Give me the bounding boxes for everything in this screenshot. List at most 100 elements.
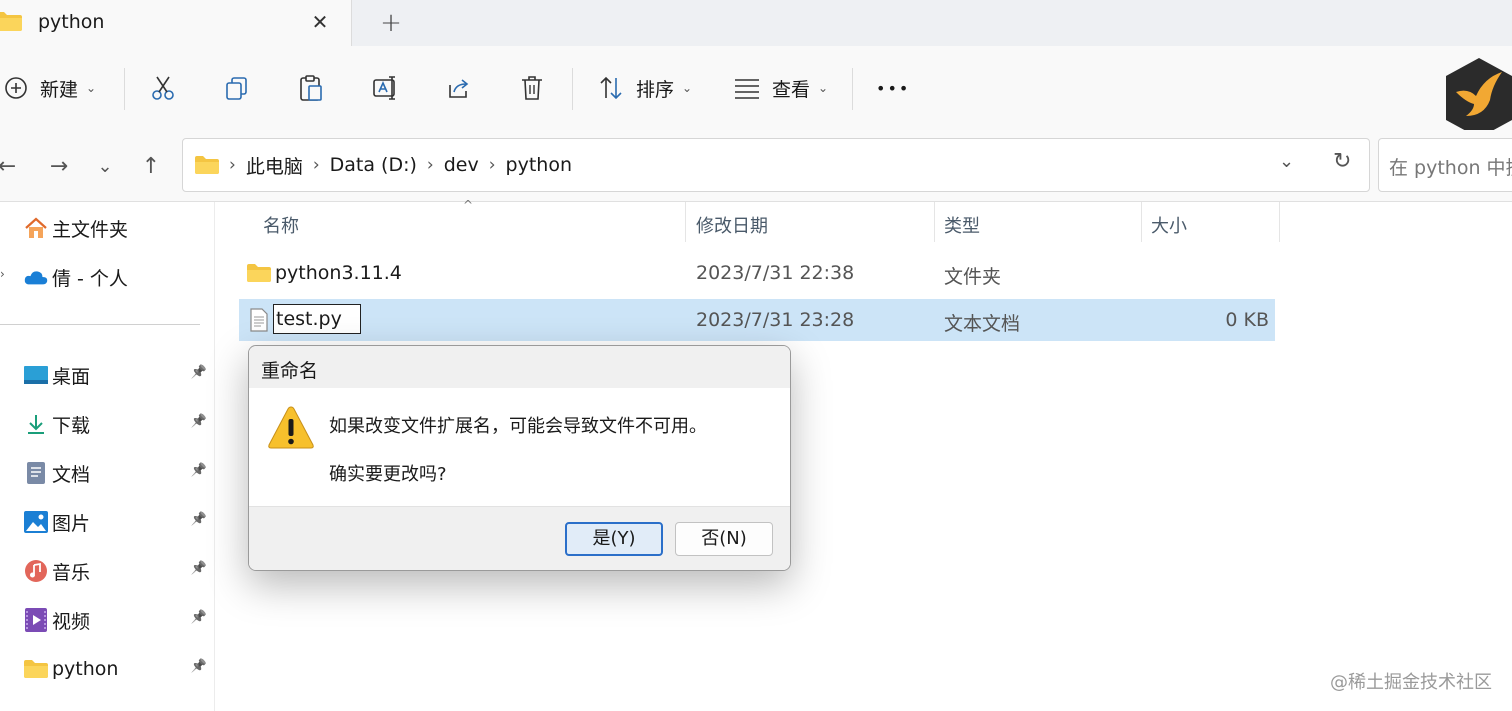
sidebar-divider — [0, 324, 200, 325]
column-header-name[interactable]: 名称 — [263, 212, 299, 238]
new-button[interactable]: 新建 ⌄ — [4, 68, 96, 108]
more-icon: ••• — [876, 78, 911, 98]
no-button[interactable]: 否(N) — [675, 522, 773, 556]
delete-button[interactable] — [520, 68, 544, 108]
sidebar-item-pictures[interactable]: 图片 📌 — [0, 502, 215, 542]
dialog-question: 确实要更改吗? — [329, 464, 447, 485]
view-label: 查看 — [772, 78, 811, 101]
clipboard-icon — [300, 75, 322, 101]
sidebar-item-label: 文档 — [52, 463, 91, 486]
chevron-right-icon: › — [0, 267, 5, 281]
sidebar-item-label: python — [52, 658, 119, 680]
yes-button[interactable]: 是(Y) — [565, 522, 663, 556]
folder-icon — [24, 657, 48, 681]
address-history-dropdown[interactable]: ⌄ — [1279, 151, 1294, 172]
folder-icon — [195, 156, 219, 174]
file-modified: 2023/7/31 22:38 — [696, 262, 855, 284]
column-header-type[interactable]: 类型 — [944, 212, 980, 238]
rename-warning-dialog: 重命名 如果改变文件扩展名，可能会导致文件不可用。 确实要更改吗? 是(Y) 否… — [248, 345, 791, 571]
sidebar-item-home[interactable]: 主文件夹 — [0, 208, 215, 248]
view-button[interactable]: 查看 ⌄ — [734, 68, 828, 108]
sort-icon — [600, 76, 622, 100]
music-icon — [24, 559, 48, 583]
breadcrumb-dev[interactable]: dev — [444, 154, 479, 176]
rename-button[interactable] — [372, 68, 400, 108]
sidebar-item-label: 倩 - 个人 — [52, 267, 128, 290]
breadcrumb-separator[interactable]: › — [313, 155, 320, 175]
file-type: 文件夹 — [944, 266, 1002, 288]
column-divider[interactable] — [1279, 202, 1280, 242]
dialog-button-bar: 是(Y) 否(N) — [249, 506, 790, 570]
sidebar-item-downloads[interactable]: 下载 📌 — [0, 404, 215, 444]
new-tab-button[interactable]: + — [376, 8, 406, 38]
folder-icon — [247, 264, 271, 282]
up-button[interactable]: ↑ — [136, 152, 166, 182]
share-button[interactable] — [446, 68, 472, 108]
recent-locations-button[interactable]: ⌄ — [90, 152, 120, 182]
plus-circle-icon — [5, 77, 27, 99]
column-header-size[interactable]: 大小 — [1151, 212, 1187, 238]
tab-bar: python ✕ + — [0, 0, 1512, 46]
sidebar-item-label: 下载 — [52, 414, 91, 437]
sidebar-item-documents[interactable]: 文档 📌 — [0, 453, 215, 493]
pin-icon: 📌 — [190, 659, 207, 674]
navigation-pane: 主文件夹 › 倩 - 个人 桌面 📌 下载 📌 文档 📌 图片 📌 音乐 📌 视… — [0, 202, 215, 711]
more-options-button[interactable]: ••• — [876, 68, 910, 108]
scissors-icon — [152, 76, 174, 100]
address-bar[interactable]: › 此电脑 › Data (D:) › dev › python ⌄ ↻ — [182, 138, 1370, 192]
share-icon — [449, 79, 469, 98]
column-divider[interactable] — [1141, 202, 1142, 242]
breadcrumb-drive[interactable]: Data (D:) — [330, 154, 417, 176]
column-divider[interactable] — [934, 202, 935, 242]
forward-button[interactable]: → — [44, 152, 74, 182]
sidebar-item-label: 主文件夹 — [52, 218, 129, 241]
new-label: 新建 — [40, 78, 79, 101]
rename-icon — [373, 76, 395, 100]
close-tab-button[interactable]: ✕ — [306, 8, 334, 36]
sidebar-item-desktop[interactable]: 桌面 📌 — [0, 355, 215, 395]
dialog-titlebar[interactable]: 重命名 — [249, 346, 790, 388]
sidebar-item-label: 图片 — [52, 512, 91, 535]
file-row[interactable]: python3.11.4 2023/7/31 22:38 文件夹 — [239, 252, 1275, 294]
breadcrumb-this-pc[interactable]: 此电脑 — [246, 152, 303, 179]
sidebar-item-python[interactable]: python 📌 — [0, 649, 215, 689]
toolbar-divider — [572, 68, 573, 110]
file-row-selected[interactable]: test.py 2023/7/31 23:28 文本文档 0 KB — [239, 299, 1275, 341]
sidebar-item-onedrive[interactable]: › 倩 - 个人 — [0, 257, 215, 297]
command-bar: 新建 ⌄ 排序 ⌄ 查看 ⌄ ••• — [0, 46, 1512, 130]
sidebar-item-videos[interactable]: 视频 📌 — [0, 600, 215, 640]
sort-ascending-icon: ^ — [463, 198, 474, 212]
column-header-modified[interactable]: 修改日期 — [696, 212, 768, 238]
paste-button[interactable] — [298, 68, 324, 108]
dialog-message: 如果改变文件扩展名，可能会导致文件不可用。 — [329, 416, 707, 437]
onedrive-icon — [24, 265, 48, 289]
refresh-button[interactable]: ↻ — [1333, 149, 1351, 174]
column-divider[interactable] — [685, 202, 686, 242]
file-modified: 2023/7/31 23:28 — [696, 309, 855, 331]
warning-icon — [268, 406, 314, 449]
rename-input[interactable]: test.py — [273, 304, 361, 334]
toolbar-divider — [852, 68, 853, 110]
cut-button[interactable] — [150, 68, 176, 108]
breadcrumb-separator[interactable]: › — [489, 155, 496, 175]
copy-button[interactable] — [224, 68, 250, 108]
sidebar-item-label: 视频 — [52, 610, 91, 633]
pin-icon: 📌 — [190, 365, 207, 380]
rename-input-value: test.py — [276, 308, 342, 330]
back-button[interactable]: ← — [0, 152, 22, 182]
download-icon — [24, 412, 48, 436]
text-file-icon — [250, 308, 268, 332]
bird-logo-icon[interactable] — [1444, 56, 1512, 140]
tab-python[interactable]: python ✕ — [0, 0, 352, 46]
toolbar-divider — [124, 68, 125, 110]
search-input[interactable]: 在 python 中搜 — [1378, 138, 1512, 192]
sort-button[interactable]: 排序 ⌄ — [598, 68, 692, 108]
file-size: 0 KB — [1225, 309, 1269, 331]
breadcrumb-separator[interactable]: › — [427, 155, 434, 175]
chevron-down-icon: ⌄ — [86, 81, 97, 95]
sidebar-item-music[interactable]: 音乐 📌 — [0, 551, 215, 591]
breadcrumb-python[interactable]: python — [506, 154, 572, 176]
pin-icon: 📌 — [190, 561, 207, 576]
pin-icon: 📌 — [190, 512, 207, 527]
dialog-title: 重命名 — [261, 360, 319, 382]
